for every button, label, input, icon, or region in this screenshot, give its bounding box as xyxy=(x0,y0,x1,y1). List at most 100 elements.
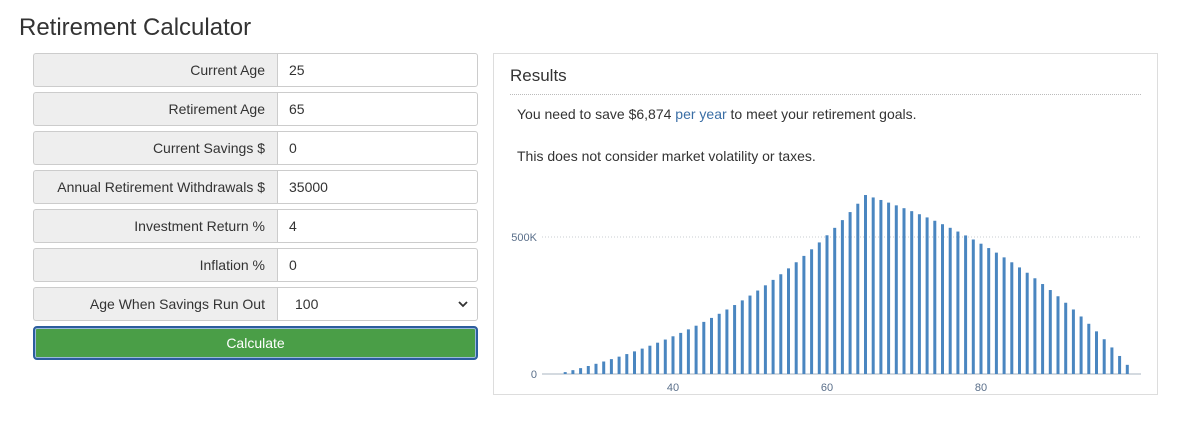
chart-bar xyxy=(1018,267,1021,374)
chart-bar xyxy=(1033,278,1037,374)
chart-bar xyxy=(871,197,875,374)
chart-bar xyxy=(1010,262,1014,374)
calculator-form: Current Age 25 Retirement Age 65 Current… xyxy=(33,53,478,360)
chevron-down-icon xyxy=(457,298,469,310)
chart-bar xyxy=(941,224,944,374)
savings-message: You need to save $6,874 per year to meet… xyxy=(517,106,917,122)
chart-bar xyxy=(648,345,652,374)
chart-bar xyxy=(586,366,590,374)
chart-bar xyxy=(1048,290,1052,374)
chart-bar xyxy=(1064,302,1068,374)
savings-amount: $6,874 xyxy=(628,106,672,122)
chart-bar xyxy=(933,220,937,374)
chart-bar xyxy=(825,235,829,374)
chart-bar xyxy=(1002,257,1006,374)
inflation-input[interactable]: 0 xyxy=(277,248,478,282)
retirement-age-row: Retirement Age 65 xyxy=(33,92,478,126)
x-tick-label: 40 xyxy=(667,382,679,394)
page-title: Retirement Calculator xyxy=(19,14,252,41)
chart-bar xyxy=(887,202,891,374)
savings-run-out-value: 100 xyxy=(295,296,319,312)
chart-bar xyxy=(725,309,729,374)
retirement-age-label: Retirement Age xyxy=(33,92,277,126)
chart-bar xyxy=(710,317,713,374)
investment-return-input[interactable]: 4 xyxy=(277,209,478,243)
chart-bar xyxy=(717,313,721,374)
chart-bar xyxy=(979,243,983,374)
chart-bar xyxy=(579,368,583,374)
chart-bar xyxy=(663,339,667,374)
chart-bar xyxy=(964,235,968,374)
chart-bar xyxy=(617,356,621,374)
chart-bar xyxy=(802,255,806,374)
chart-bar xyxy=(817,242,821,374)
chart-bar xyxy=(1056,296,1060,374)
chart-bar xyxy=(925,217,929,374)
savings-run-out-row: Age When Savings Run Out 100 xyxy=(33,287,478,321)
chart-bar xyxy=(1087,323,1091,374)
chart-bar xyxy=(1102,339,1106,374)
savings-chart: 0 500K 40 60 80 xyxy=(511,195,1141,394)
chart-bar xyxy=(702,321,706,374)
withdrawals-row: Annual Retirement Withdrawals $ 35000 xyxy=(33,170,478,204)
chart-bar xyxy=(686,329,690,374)
calculate-button[interactable]: Calculate xyxy=(33,326,478,360)
chart-bar xyxy=(640,348,644,374)
chart-bar xyxy=(1118,355,1122,374)
investment-return-row: Investment Return % 4 xyxy=(33,209,478,243)
chart-bar xyxy=(856,203,860,374)
chart-bar xyxy=(679,332,683,374)
chart-bar xyxy=(671,336,675,374)
y-tick-label: 0 xyxy=(531,369,537,381)
savings-run-out-label: Age When Savings Run Out xyxy=(33,287,277,321)
disclaimer-message: This does not consider market volatility… xyxy=(517,148,816,164)
chart-bar xyxy=(1095,331,1098,374)
chart-bar xyxy=(1041,284,1045,374)
chart-bar xyxy=(656,342,660,374)
chart-bar xyxy=(987,248,991,374)
chart-bar xyxy=(1071,309,1075,374)
chart-bar xyxy=(779,274,783,374)
savings-run-out-select[interactable]: 100 xyxy=(277,287,478,321)
chart-bar xyxy=(810,249,814,374)
chart-bar xyxy=(771,279,775,374)
chart-bar xyxy=(833,227,837,374)
chart-bar xyxy=(956,231,960,374)
y-tick-label: 500K xyxy=(511,232,537,244)
x-tick-label: 80 xyxy=(975,382,987,394)
chart-bar xyxy=(633,351,636,374)
current-age-row: Current Age 25 xyxy=(33,53,478,87)
savings-message-suffix: to meet your retirement goals. xyxy=(726,106,917,122)
chart-bar xyxy=(917,214,921,374)
current-age-input[interactable]: 25 xyxy=(277,53,478,87)
chart-bar xyxy=(756,290,760,374)
chart-bar xyxy=(748,295,752,374)
inflation-label: Inflation % xyxy=(33,248,277,282)
current-savings-row: Current Savings $ 0 xyxy=(33,131,478,165)
chart-bar xyxy=(563,372,567,374)
chart-bar xyxy=(763,285,767,374)
chart-bar xyxy=(1025,272,1029,374)
savings-message-prefix: You need to save xyxy=(517,106,629,122)
results-title: Results xyxy=(510,66,567,85)
chart-bar xyxy=(948,227,952,374)
retirement-age-input[interactable]: 65 xyxy=(277,92,478,126)
chart-bar xyxy=(848,212,852,374)
chart-bar xyxy=(910,211,914,374)
chart-bar xyxy=(1110,347,1114,374)
chart-bar xyxy=(602,361,606,374)
chart-bar xyxy=(894,205,898,374)
current-savings-label: Current Savings $ xyxy=(33,131,277,165)
results-panel: Results You need to save $6,874 per year… xyxy=(493,53,1158,395)
chart-bar xyxy=(1079,316,1083,374)
chart-bar xyxy=(571,370,575,374)
chart-bar xyxy=(1125,364,1129,374)
chart-bar xyxy=(840,220,844,374)
current-age-label: Current Age xyxy=(33,53,277,87)
withdrawals-input[interactable]: 35000 xyxy=(277,170,478,204)
chart-bar xyxy=(740,300,744,374)
chart-bar xyxy=(733,305,737,374)
chart-bar xyxy=(994,252,998,374)
current-savings-input[interactable]: 0 xyxy=(277,131,478,165)
withdrawals-label: Annual Retirement Withdrawals $ xyxy=(33,170,277,204)
